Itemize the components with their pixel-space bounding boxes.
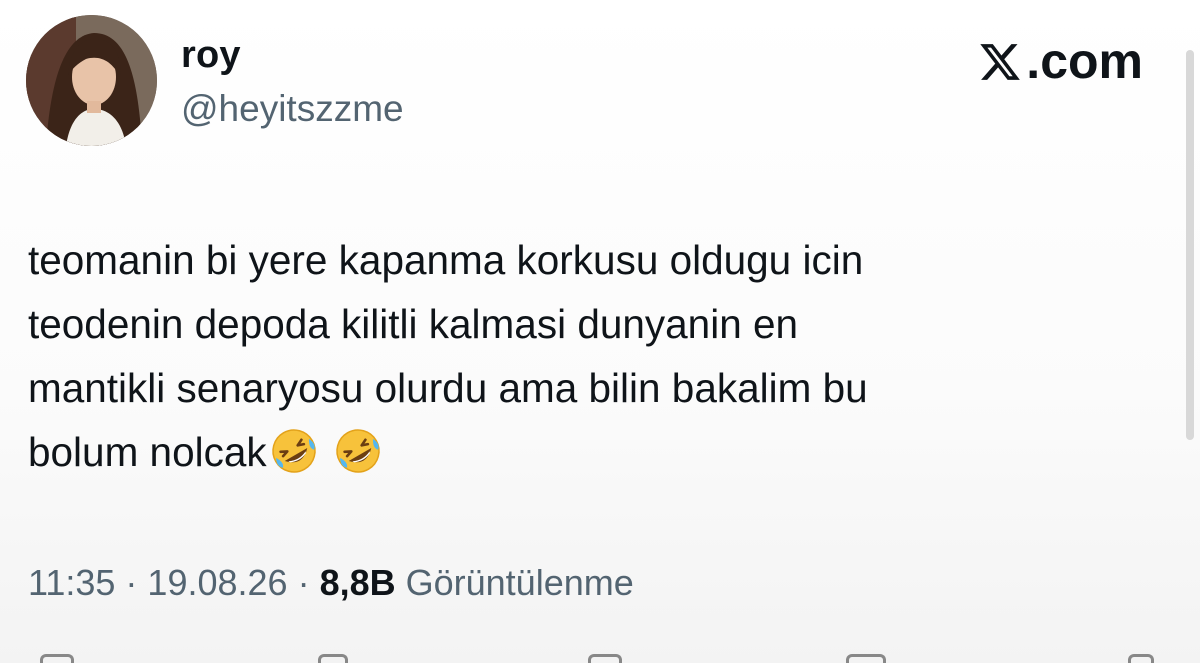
tweet-time[interactable]: 11:35 xyxy=(28,562,115,603)
tweet-date[interactable]: 19.08.26 xyxy=(147,562,287,603)
avatar-image xyxy=(26,15,157,146)
scrollbar[interactable] xyxy=(1186,50,1194,440)
reply-icon[interactable] xyxy=(40,654,74,663)
rolling-on-the-floor-laughing-icon xyxy=(335,429,380,473)
retweet-icon[interactable] xyxy=(318,654,348,663)
rolling-on-the-floor-laughing-icon xyxy=(271,429,316,473)
display-name[interactable]: roy xyxy=(181,34,241,77)
x-logo-icon xyxy=(980,44,1021,80)
tweet-body: teomanin bi yere kapanma korkusu oldugu … xyxy=(28,237,868,475)
action-bar xyxy=(0,650,1200,663)
meta-separator: · xyxy=(287,562,320,603)
bookmark-icon[interactable] xyxy=(846,654,886,663)
views-label: Görüntülenme xyxy=(405,562,634,603)
avatar[interactable] xyxy=(26,15,157,146)
meta-separator: · xyxy=(115,562,148,603)
brand-domain-label: .com xyxy=(1026,33,1143,89)
like-icon[interactable] xyxy=(588,654,622,663)
x-brand: .com xyxy=(978,32,1143,90)
share-icon[interactable] xyxy=(1128,654,1154,663)
tweet-text: teomanin bi yere kapanma korkusu oldugu … xyxy=(28,228,1138,484)
tweet-card: roy @heyitszzme .com teomanin bi yere ka… xyxy=(0,0,1200,663)
user-handle[interactable]: @heyitszzme xyxy=(181,88,404,130)
tweet-meta: 11:35 · 19.08.26 · 8,8B Görüntülenme xyxy=(28,562,634,604)
views-count: 8,8B xyxy=(319,562,396,603)
